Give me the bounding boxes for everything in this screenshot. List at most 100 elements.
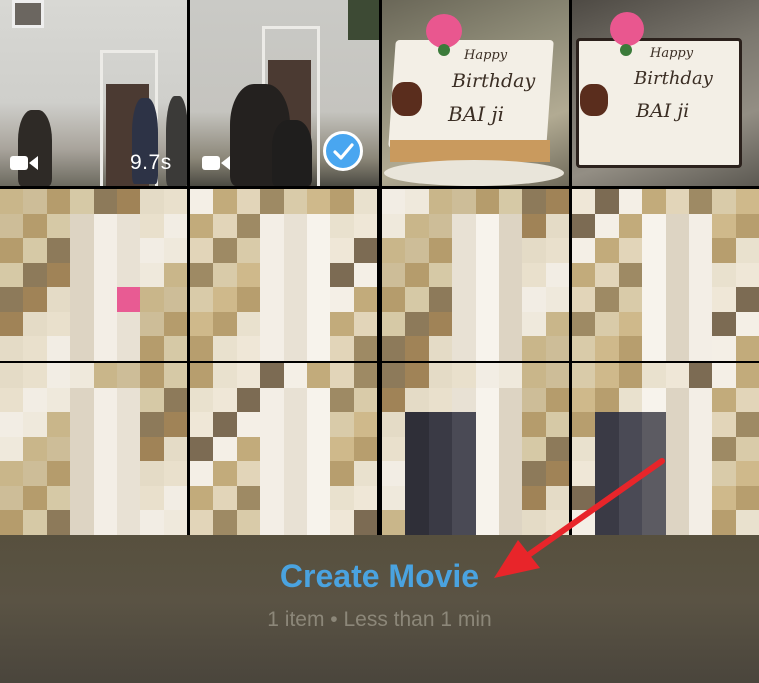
mosaic-cell bbox=[382, 238, 406, 263]
mosaic-cell bbox=[140, 412, 164, 437]
pixelated-photo-thumbnail[interactable] bbox=[572, 363, 759, 535]
mosaic-cell bbox=[382, 262, 406, 288]
mosaic-cell bbox=[572, 262, 596, 288]
mosaic-cell bbox=[190, 238, 214, 263]
rose bbox=[610, 12, 644, 46]
mosaic-cell bbox=[260, 287, 284, 312]
mosaic-cell bbox=[572, 436, 596, 462]
photo-thumbnail[interactable]: Happy Birthday BAI ji bbox=[382, 0, 569, 186]
photo-grid: 9.7s Happy Birthday BAI ji Happy Birthda… bbox=[0, 0, 759, 535]
mosaic-cell bbox=[522, 262, 546, 288]
mosaic-cell bbox=[595, 436, 619, 462]
pixelated-photo-thumbnail[interactable] bbox=[382, 363, 569, 535]
mosaic-cell bbox=[353, 461, 377, 486]
mosaic-cell bbox=[618, 336, 643, 361]
mosaic-cell bbox=[116, 189, 141, 214]
mosaic-cell bbox=[190, 189, 214, 214]
mosaic-cell bbox=[236, 287, 261, 312]
pixelated-photo-thumbnail[interactable] bbox=[382, 189, 569, 361]
mosaic-cell bbox=[140, 213, 164, 239]
mosaic-cell bbox=[23, 363, 47, 388]
mosaic-cell bbox=[642, 436, 666, 462]
mosaic-cell bbox=[452, 336, 476, 361]
mosaic-cell bbox=[163, 510, 187, 535]
mosaic-cell bbox=[595, 461, 619, 486]
mosaic-cell bbox=[283, 287, 307, 312]
mosaic-cell bbox=[475, 262, 499, 288]
mosaic-cell bbox=[405, 461, 429, 486]
person bbox=[272, 120, 312, 186]
pixelated-photo-thumbnail[interactable] bbox=[572, 189, 759, 361]
mosaic-cell bbox=[688, 387, 713, 413]
photo-thumbnail[interactable]: Happy Birthday BAI ji bbox=[572, 0, 759, 186]
rose bbox=[426, 14, 462, 48]
mosaic-cell bbox=[428, 287, 453, 312]
mosaic-cell bbox=[283, 363, 307, 388]
mosaic-cell bbox=[353, 262, 377, 288]
mosaic-cell bbox=[595, 262, 619, 288]
create-movie-button[interactable]: Create Movie bbox=[0, 558, 759, 595]
mosaic-cell bbox=[428, 510, 453, 535]
mosaic-cell bbox=[595, 485, 619, 511]
mosaic-cell bbox=[405, 510, 429, 535]
mosaic-cell bbox=[712, 238, 736, 263]
create-movie-sheet: Create Movie 1 item • Less than 1 min bbox=[0, 535, 759, 683]
mosaic-cell bbox=[595, 311, 619, 337]
mosaic-cell bbox=[353, 387, 377, 413]
pixelated-photo-thumbnail[interactable] bbox=[190, 189, 377, 361]
mosaic-cell bbox=[642, 189, 666, 214]
mosaic-cell bbox=[665, 262, 689, 288]
mosaic-cell bbox=[382, 213, 406, 239]
pixelated-photo-thumbnail[interactable] bbox=[0, 363, 187, 535]
mosaic-cell bbox=[382, 485, 406, 511]
mosaic-cell bbox=[283, 412, 307, 437]
mosaic-cell bbox=[572, 461, 596, 486]
mosaic-cell bbox=[213, 363, 237, 388]
video-thumbnail[interactable]: 9.7s bbox=[0, 0, 187, 186]
mosaic-cell bbox=[405, 387, 429, 413]
mosaic-cell bbox=[283, 436, 307, 462]
mosaic-cell bbox=[665, 510, 689, 535]
mosaic-cell bbox=[46, 485, 71, 511]
video-duration: 9.7s bbox=[130, 151, 172, 174]
mosaic-cell bbox=[642, 363, 666, 388]
mosaic-cell bbox=[618, 461, 643, 486]
mosaic-cell bbox=[93, 238, 117, 263]
mosaic-cell bbox=[23, 412, 47, 437]
mosaic-cell bbox=[735, 461, 759, 486]
mosaic-cell bbox=[93, 262, 117, 288]
mosaic-cell bbox=[93, 287, 117, 312]
mosaic-cell bbox=[475, 238, 499, 263]
video-thumbnail-selected[interactable] bbox=[190, 0, 379, 186]
pixelated-photo-thumbnail[interactable] bbox=[0, 189, 187, 361]
mosaic-cell bbox=[306, 363, 331, 388]
mosaic-cell bbox=[260, 213, 284, 239]
mosaic-cell bbox=[382, 336, 406, 361]
mosaic-cell bbox=[260, 387, 284, 413]
mosaic-cell bbox=[545, 510, 569, 535]
mosaic-cell bbox=[545, 363, 569, 388]
mosaic-cell bbox=[688, 189, 713, 214]
mosaic-cell bbox=[688, 461, 713, 486]
mosaic-cell bbox=[190, 336, 214, 361]
mosaic-cell bbox=[163, 287, 187, 312]
mosaic-cell bbox=[93, 387, 117, 413]
mosaic-cell bbox=[595, 287, 619, 312]
mosaic-cell bbox=[46, 363, 71, 388]
mosaic-cell bbox=[70, 287, 94, 312]
mosaic-cell bbox=[46, 510, 71, 535]
mosaic-cell bbox=[213, 336, 237, 361]
mosaic-cell bbox=[498, 287, 523, 312]
mosaic-cell bbox=[70, 238, 94, 263]
mosaic-cell bbox=[688, 485, 713, 511]
mosaic-cell bbox=[498, 189, 523, 214]
mosaic-cell bbox=[712, 510, 736, 535]
pixelated-photo-thumbnail[interactable] bbox=[190, 363, 377, 535]
checkmark-circle-icon[interactable] bbox=[323, 131, 363, 171]
mosaic-cell bbox=[382, 311, 406, 337]
mosaic-cell bbox=[475, 510, 499, 535]
mosaic-cell bbox=[190, 213, 214, 239]
mosaic-cell bbox=[688, 412, 713, 437]
mosaic-cell bbox=[735, 287, 759, 312]
mosaic-cell bbox=[618, 311, 643, 337]
